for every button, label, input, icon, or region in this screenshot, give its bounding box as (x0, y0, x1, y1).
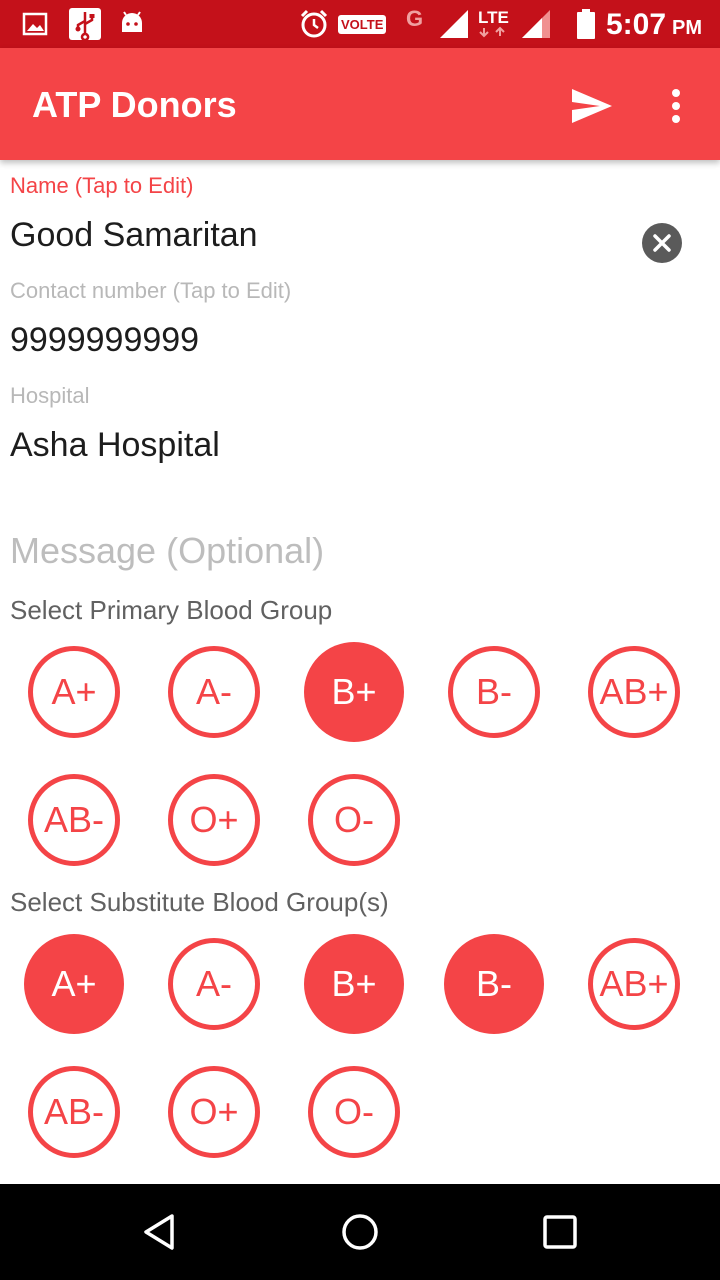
clock-time: 5:07 (605, 8, 666, 41)
primary-group-button[interactable]: A+ (28, 646, 120, 738)
more-options-button[interactable] (652, 78, 700, 134)
substitute-group-button[interactable]: AB- (28, 1066, 120, 1158)
home-button[interactable] (330, 1202, 390, 1262)
primary-group-button[interactable]: AB- (28, 774, 120, 866)
back-button[interactable] (130, 1202, 190, 1262)
substitute-group-button[interactable]: B- (444, 934, 544, 1034)
primary-group-button[interactable]: AB+ (588, 646, 680, 738)
substitute-group-button[interactable]: O- (308, 1066, 400, 1158)
clock-ampm: PM (672, 17, 702, 39)
back-icon (144, 1214, 174, 1250)
primary-group-button[interactable]: B- (448, 646, 540, 738)
navigation-bar (0, 1184, 720, 1280)
substitute-blood-group-title: Select Substitute Blood Group(s) (10, 887, 389, 917)
recents-icon (543, 1215, 577, 1249)
data-activity-icon (479, 26, 506, 38)
signal-strength-icon (520, 0, 552, 48)
recents-button[interactable] (530, 1202, 590, 1262)
send-button[interactable] (564, 78, 620, 134)
primary-blood-group-title: Select Primary Blood Group (10, 595, 333, 625)
hospital-field[interactable]: Asha Hospital (10, 426, 220, 465)
substitute-group-button[interactable]: A+ (24, 934, 124, 1034)
network-g-indicator: G (406, 6, 424, 31)
contact-field[interactable]: 9999999999 (10, 321, 199, 360)
android-icon (118, 0, 146, 48)
volte-badge: VOLTE (338, 14, 387, 34)
substitute-group-button[interactable]: O+ (168, 1066, 260, 1158)
usb-icon (68, 0, 102, 48)
image-icon (22, 0, 48, 48)
substitute-group-button[interactable]: B+ (304, 934, 404, 1034)
clock: 5:07 PM (606, 0, 702, 48)
status-bar: VOLTE G LTE 5:07 PM (0, 0, 720, 48)
lte-indicator: LTE (478, 8, 509, 27)
home-icon (342, 1214, 378, 1250)
signal-icon (438, 0, 470, 48)
contact-label: Contact number (Tap to Edit) (10, 278, 292, 303)
primary-group-button[interactable]: B+ (304, 642, 404, 742)
substitute-group-button[interactable]: AB+ (588, 938, 680, 1030)
name-label: Name (Tap to Edit) (10, 173, 194, 198)
alarm-icon (298, 0, 330, 48)
primary-group-button[interactable]: O- (308, 774, 400, 866)
more-vert-icon (672, 89, 680, 123)
primary-group-button[interactable]: A- (168, 646, 260, 738)
message-input[interactable]: Message (Optional) (10, 530, 324, 572)
battery-icon (576, 0, 596, 48)
send-icon (572, 89, 612, 123)
app-title: ATP Donors (32, 84, 237, 125)
app-bar: ATP Donors (0, 48, 720, 160)
primary-group-button[interactable]: O+ (168, 774, 260, 866)
hospital-label: Hospital (10, 383, 90, 408)
substitute-group-button[interactable]: A- (168, 938, 260, 1030)
clear-name-button[interactable] (642, 223, 682, 263)
name-field[interactable]: Good Samaritan (10, 216, 258, 255)
close-icon (653, 234, 671, 252)
